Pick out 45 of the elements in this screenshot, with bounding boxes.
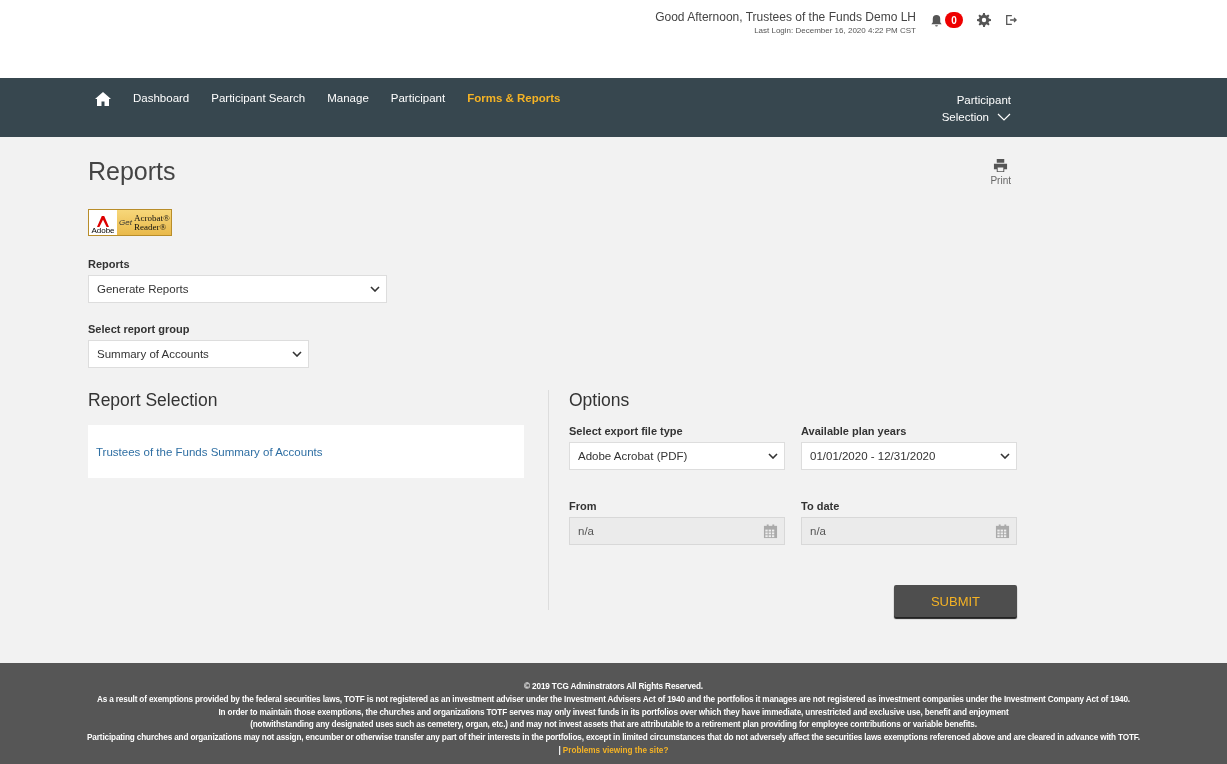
nav-link[interactable]: Participant Search bbox=[211, 92, 306, 104]
section-heading: Report Selection bbox=[88, 390, 219, 411]
bell-icon[interactable] bbox=[930, 13, 943, 27]
reports-dropdown[interactable]: Generate Reports bbox=[88, 275, 387, 303]
report-group-dropdown[interactable]: Summary of Accounts bbox=[88, 340, 309, 368]
nav-link[interactable]: Participant bbox=[390, 92, 446, 104]
disclaimer-text: (notwithstanding any designated uses such as cemetery, organ, etc.) and may not invest assets that are attributable to a retirement plan providing for employee contributions or variable benefits. bbox=[249, 719, 978, 732]
report-link[interactable]: Trustees of the Funds Summary of Accounts bbox=[96, 445, 323, 458]
nav-link[interactable]: Forms & Reports bbox=[467, 92, 561, 104]
copyright-text: © 2019 TCG Adminstrators All Rights Reserved. bbox=[523, 681, 704, 693]
page-title: Reports bbox=[88, 157, 176, 187]
nav-link[interactable]: Manage bbox=[327, 92, 369, 104]
chevron-down-icon bbox=[370, 286, 380, 292]
home-icon[interactable] bbox=[95, 92, 111, 106]
calendar-icon bbox=[995, 523, 1010, 539]
disclaimer-text: As a result of exemptions provided by the federal securities laws, TOTF is not registered as an investment adviser under the Investment Advisers Act of 1940 and the portfolios it manages are not registered as investment companies under the Investment Company Act of 1940. bbox=[96, 693, 1131, 706]
chevron-down-icon bbox=[1000, 453, 1010, 459]
disclaimer-text: In order to maintain those exemptions, the churches and organizations TOTF serves may only invest funds in its portfolios over which they have immediate, unrestricted and exclusive use, benefit and enjoyment bbox=[217, 706, 1010, 719]
field-label: To date bbox=[801, 500, 841, 512]
chevron-down-icon bbox=[997, 113, 1011, 121]
dropdown[interactable]: 01/01/2020 - 12/31/2020 bbox=[801, 442, 1017, 470]
greeting-text: Good Afternoon, Trustees of the Funds Demo LH bbox=[655, 10, 916, 24]
participant-selection-dropdown[interactable]: Participant Selection bbox=[935, 78, 1017, 137]
print-button[interactable]: Print bbox=[984, 157, 1017, 187]
chevron-down-icon bbox=[768, 453, 778, 459]
section-heading: Options bbox=[569, 390, 631, 411]
dropdown[interactable]: Adobe Acrobat (PDF) bbox=[569, 442, 785, 470]
field-label: Available plan years bbox=[801, 425, 908, 437]
disclaimer-text: Participating churches and organizations may not assign, encumber or otherwise transfer any part of their interests in the portfolios, except in limited circumstances that do not adversely affect the securities laws exemptions referenced above and are cleared in advance with TOTF. bbox=[86, 732, 1141, 745]
adobe-logo-icon bbox=[97, 216, 109, 227]
logout-icon[interactable] bbox=[1005, 14, 1017, 26]
nav-link[interactable]: Dashboard bbox=[133, 92, 190, 104]
printer-icon bbox=[993, 158, 1009, 173]
field-label: Reports bbox=[88, 258, 131, 270]
chevron-down-icon bbox=[292, 351, 302, 357]
notification-count-badge: 0 bbox=[945, 12, 963, 28]
field-label: From bbox=[569, 500, 598, 512]
calendar-icon bbox=[763, 523, 778, 539]
problems-link[interactable]: Problems viewing the site? bbox=[562, 745, 669, 758]
field-label: Select export file type bbox=[569, 425, 684, 437]
separator-text: | bbox=[558, 746, 561, 755]
submit-button[interactable]: SUBMIT bbox=[894, 585, 1017, 617]
settings-icon[interactable] bbox=[977, 13, 991, 27]
field-label: Select report group bbox=[88, 323, 191, 335]
last-login-text: Last Login: December 16, 2020 4:22 PM CST bbox=[754, 26, 916, 35]
